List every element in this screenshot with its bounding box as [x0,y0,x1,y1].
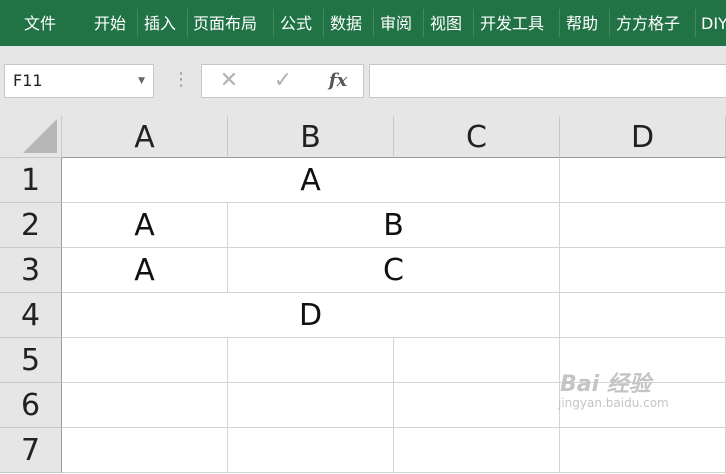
cell-b2-merged[interactable]: B [228,203,560,248]
tab-page-layout[interactable]: 页面布局 [193,0,257,46]
formula-input[interactable] [369,64,726,98]
tab-insert[interactable]: 插入 [144,0,176,46]
cell-a3[interactable]: A [62,248,228,293]
tab-data[interactable]: 数据 [330,0,362,46]
row-header-4[interactable]: 4 [0,293,62,338]
tab-separator [473,9,474,37]
ribbon-tab-bar: 文件 开始 插入 页面布局 公式 数据 审阅 视图 开发工具 帮助 方方格子 D… [0,0,726,46]
tab-diy[interactable]: DIY [701,0,726,46]
cell-d6[interactable] [560,383,726,428]
tab-home[interactable]: 开始 [94,0,126,46]
cell-b6[interactable] [228,383,394,428]
column-header-d[interactable]: D [560,116,726,158]
enter-icon[interactable]: ✓ [268,65,298,97]
tab-separator [187,9,188,37]
cell-d1[interactable] [560,158,726,203]
tab-separator [559,9,560,37]
name-box-value: F11 [13,71,43,90]
select-all-button[interactable] [0,116,62,158]
tab-developer[interactable]: 开发工具 [480,0,544,46]
cell-c6[interactable] [394,383,560,428]
tab-separator [137,9,138,37]
row-header-1[interactable]: 1 [0,158,62,203]
insert-function-icon[interactable]: fx [320,65,356,97]
tab-separator [695,9,696,37]
cell-d2[interactable] [560,203,726,248]
formula-buttons: ✕ ✓ fx [201,64,364,98]
tab-separator [423,9,424,37]
drag-handle-icon[interactable]: ⋮ [172,64,190,98]
select-all-triangle-icon [23,119,57,153]
tab-view[interactable]: 视图 [430,0,462,46]
row-header-5[interactable]: 5 [0,338,62,383]
cell-c5[interactable] [394,338,560,383]
chevron-down-icon[interactable]: ▼ [138,65,145,97]
cell-b3-merged[interactable]: C [228,248,560,293]
formula-bar-area: F11 ▼ ⋮ ✕ ✓ fx [0,46,726,116]
tab-separator [273,9,274,37]
cell-d4[interactable] [560,293,726,338]
cancel-icon[interactable]: ✕ [214,65,244,97]
column-header-c[interactable]: C [394,116,560,158]
cell-a6[interactable] [62,383,228,428]
tab-formulas[interactable]: 公式 [280,0,312,46]
cell-a4-merged[interactable]: D [62,293,560,338]
column-header-b[interactable]: B [228,116,394,158]
tab-fangfang-gezi[interactable]: 方方格子 [616,0,680,46]
tab-separator [373,9,374,37]
row-header-6[interactable]: 6 [0,383,62,428]
cell-a2[interactable]: A [62,203,228,248]
tab-review[interactable]: 审阅 [380,0,412,46]
cell-a1-merged[interactable]: A [62,158,560,203]
tab-separator [609,9,610,37]
cell-d3[interactable] [560,248,726,293]
cell-b7[interactable] [228,428,394,473]
row-header-7[interactable]: 7 [0,428,62,473]
cell-b5[interactable] [228,338,394,383]
row-header-2[interactable]: 2 [0,203,62,248]
worksheet-grid: A B C D 1 2 3 4 5 6 7 A A B A C D [0,116,726,473]
column-header-a[interactable]: A [62,116,228,158]
cell-d5[interactable] [560,338,726,383]
tab-separator [323,9,324,37]
tab-file[interactable]: 文件 [24,0,56,46]
tab-help[interactable]: 帮助 [566,0,598,46]
cell-c7[interactable] [394,428,560,473]
cell-a5[interactable] [62,338,228,383]
cell-d7[interactable] [560,428,726,473]
name-box[interactable]: F11 ▼ [4,64,154,98]
row-header-3[interactable]: 3 [0,248,62,293]
cell-a7[interactable] [62,428,228,473]
